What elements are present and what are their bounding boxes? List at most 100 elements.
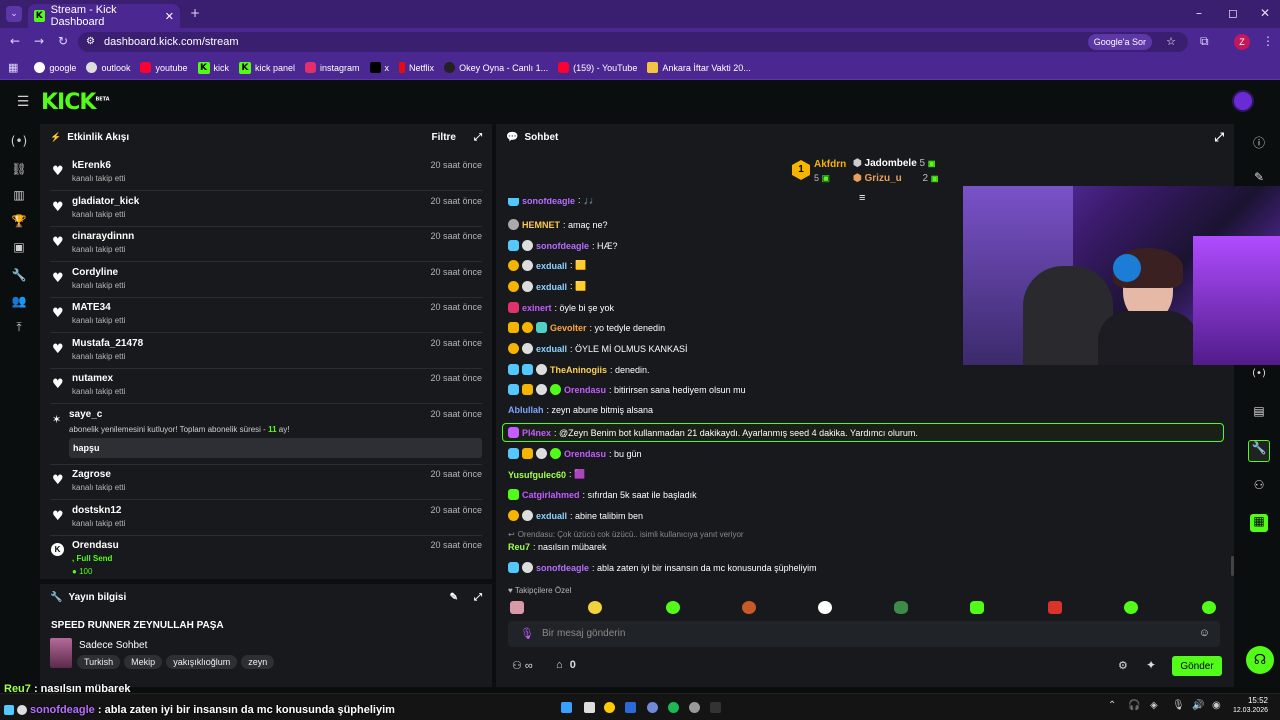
new-tab-icon[interactable]: +	[190, 6, 200, 20]
emote-icon[interactable]	[1202, 601, 1216, 614]
points-icon[interactable]: ⚇ ∞	[512, 659, 533, 672]
activity-username[interactable]: saye_c	[69, 409, 102, 420]
stream-category[interactable]: Sadece Sohbet	[79, 640, 147, 651]
activity-username[interactable]: cinaraydinnn	[72, 231, 134, 242]
bookmark-x[interactable]: x	[369, 62, 389, 73]
chat-username[interactable]: Yusufgulec60	[508, 470, 566, 480]
bookmark-star-icon[interactable]: ☆	[1166, 32, 1176, 52]
bookmark-google[interactable]: google	[34, 62, 76, 73]
chat-username[interactable]: exduall	[536, 511, 567, 521]
headset-icon[interactable]: 🎧	[1128, 700, 1140, 711]
site-info-icon[interactable]: ⚙	[86, 32, 95, 52]
maximize-icon[interactable]: ◻	[1228, 6, 1238, 20]
chat-username[interactable]: exinert	[522, 303, 552, 313]
popout-icon[interactable]: ⤢	[474, 132, 482, 143]
bookmark-youtube[interactable]: youtube	[140, 62, 188, 73]
popout-icon[interactable]: ⤢	[474, 592, 482, 603]
emote-icon[interactable]	[666, 601, 680, 614]
tag[interactable]: yakışıklıoğlum	[166, 655, 238, 669]
emote-icon[interactable]	[510, 601, 524, 614]
bookmark-okey[interactable]: Okey Oyna - Canlı 1...	[444, 62, 548, 73]
clock-date[interactable]: 12.03.2026	[1224, 707, 1268, 714]
chat-username[interactable]: exduall	[536, 344, 567, 354]
bookmark-youtube-159[interactable]: (159) - YouTube	[558, 62, 637, 73]
tray-chevron-icon[interactable]: ⌃	[1108, 700, 1116, 711]
users-settings-icon[interactable]: 👥	[10, 294, 28, 312]
activity-username[interactable]: Orendasu	[72, 540, 119, 551]
chat-username[interactable]: Orendasu	[564, 385, 606, 395]
tab-search-icon[interactable]: ⌄	[6, 6, 22, 22]
app-icon[interactable]: ▦	[1250, 514, 1268, 532]
chat-username[interactable]: HEMNET	[522, 220, 560, 230]
emoji-picker-icon[interactable]: ☺	[1199, 627, 1210, 639]
bookmark-outlook[interactable]: outlook	[86, 62, 130, 73]
activity-username[interactable]: gladiator_kick	[72, 196, 139, 207]
tab-kick-dashboard[interactable]: K Stream - Kick Dashboard ✕	[28, 4, 180, 28]
popout-icon[interactable]: ⤢	[1214, 130, 1224, 145]
google-ask-button[interactable]: Google'a Sor	[1087, 34, 1152, 50]
activity-username[interactable]: MATE34	[72, 302, 111, 313]
emote-icon[interactable]	[1048, 601, 1062, 614]
emote-icon[interactable]	[970, 601, 984, 614]
activity-username[interactable]: kErenk6	[72, 160, 111, 171]
profile-avatar[interactable]: Z	[1234, 34, 1250, 50]
app-icon[interactable]	[710, 702, 721, 713]
network-icon[interactable]: ◈	[1150, 700, 1158, 711]
microphone-icon[interactable]: 🎙	[520, 627, 534, 640]
close-tab-icon[interactable]: ✕	[165, 10, 174, 23]
emote-icon[interactable]	[742, 601, 756, 614]
chat-username[interactable]: exduall	[536, 282, 567, 292]
tag[interactable]: Mekip	[124, 655, 163, 669]
chat-username[interactable]: Ablullah	[508, 405, 544, 415]
chat-username[interactable]: exduall	[536, 261, 567, 271]
chat-username[interactable]: sonofdeagle	[522, 198, 575, 206]
chat-settings-icon[interactable]: ⚙	[1118, 659, 1128, 672]
activity-username[interactable]: nutamex	[72, 373, 113, 384]
discord-icon[interactable]	[647, 702, 658, 713]
chat-username[interactable]: TheAninogiis	[550, 365, 607, 375]
chat-emote-menu-icon[interactable]: ✦	[1146, 658, 1156, 672]
emote-icon[interactable]	[588, 601, 602, 614]
link-icon[interactable]: ⛓	[10, 162, 28, 180]
user-avatar[interactable]	[1232, 90, 1254, 112]
activity-username[interactable]: Cordyline	[72, 267, 118, 278]
edit-icon[interactable]: ✎	[1250, 170, 1268, 188]
chat-username[interactable]: Gevolter	[550, 323, 587, 333]
tag[interactable]: zeyn	[241, 655, 275, 669]
chat-username[interactable]: Pl4nex	[522, 428, 551, 438]
leaderboard-third[interactable]: ⬢ Grizu_u 2 ▣	[853, 173, 938, 184]
gift-counter[interactable]: ⌂ 0	[556, 659, 576, 671]
kick-logo[interactable]: KICKBETA	[41, 90, 110, 115]
emote-icon[interactable]	[1124, 601, 1138, 614]
spotify-icon[interactable]	[668, 702, 679, 713]
obs-icon[interactable]	[689, 702, 700, 713]
start-icon[interactable]	[561, 702, 572, 713]
trophy-icon[interactable]: 🏆	[10, 214, 28, 232]
minimize-icon[interactable]: –	[1196, 6, 1202, 20]
chat-username[interactable]: Orendasu	[564, 449, 606, 459]
help-support-icon[interactable]: ☊	[1246, 646, 1274, 674]
send-button[interactable]: Gönder	[1172, 656, 1222, 676]
file-explorer-icon[interactable]	[584, 702, 595, 713]
bookmark-instagram[interactable]: instagram	[305, 62, 360, 73]
back-icon[interactable]: ←	[10, 34, 20, 48]
emote-icon[interactable]	[818, 601, 832, 614]
media-icon[interactable]: ▣	[10, 240, 28, 258]
extensions-icon[interactable]: ⧉	[1200, 34, 1209, 49]
filter-button[interactable]: Filtre	[432, 132, 456, 143]
reload-icon[interactable]: ↻	[58, 34, 68, 48]
edit-pencil-icon[interactable]: ✎	[450, 592, 458, 603]
activity-username[interactable]: Mustafa_21478	[72, 338, 143, 349]
upload-icon[interactable]: ⤒	[10, 320, 28, 338]
apps-grid-icon[interactable]: ▦	[8, 61, 18, 74]
broadcast-icon[interactable]: (•)	[1250, 368, 1268, 386]
activity-username[interactable]: Zagrose	[72, 469, 111, 480]
chat-username[interactable]: Catgirlahmed	[522, 490, 580, 500]
close-window-icon[interactable]: ✕	[1260, 6, 1270, 20]
forward-icon[interactable]: →	[34, 34, 44, 48]
live-broadcast-icon[interactable]: (•)	[10, 134, 28, 152]
info-icon[interactable]: ⓘ	[1250, 134, 1268, 152]
mic-icon[interactable]: 🎙	[1172, 700, 1185, 711]
volume-icon[interactable]: 🔊	[1192, 700, 1204, 711]
wrench-tool-icon[interactable]: 🔧	[1248, 440, 1270, 462]
